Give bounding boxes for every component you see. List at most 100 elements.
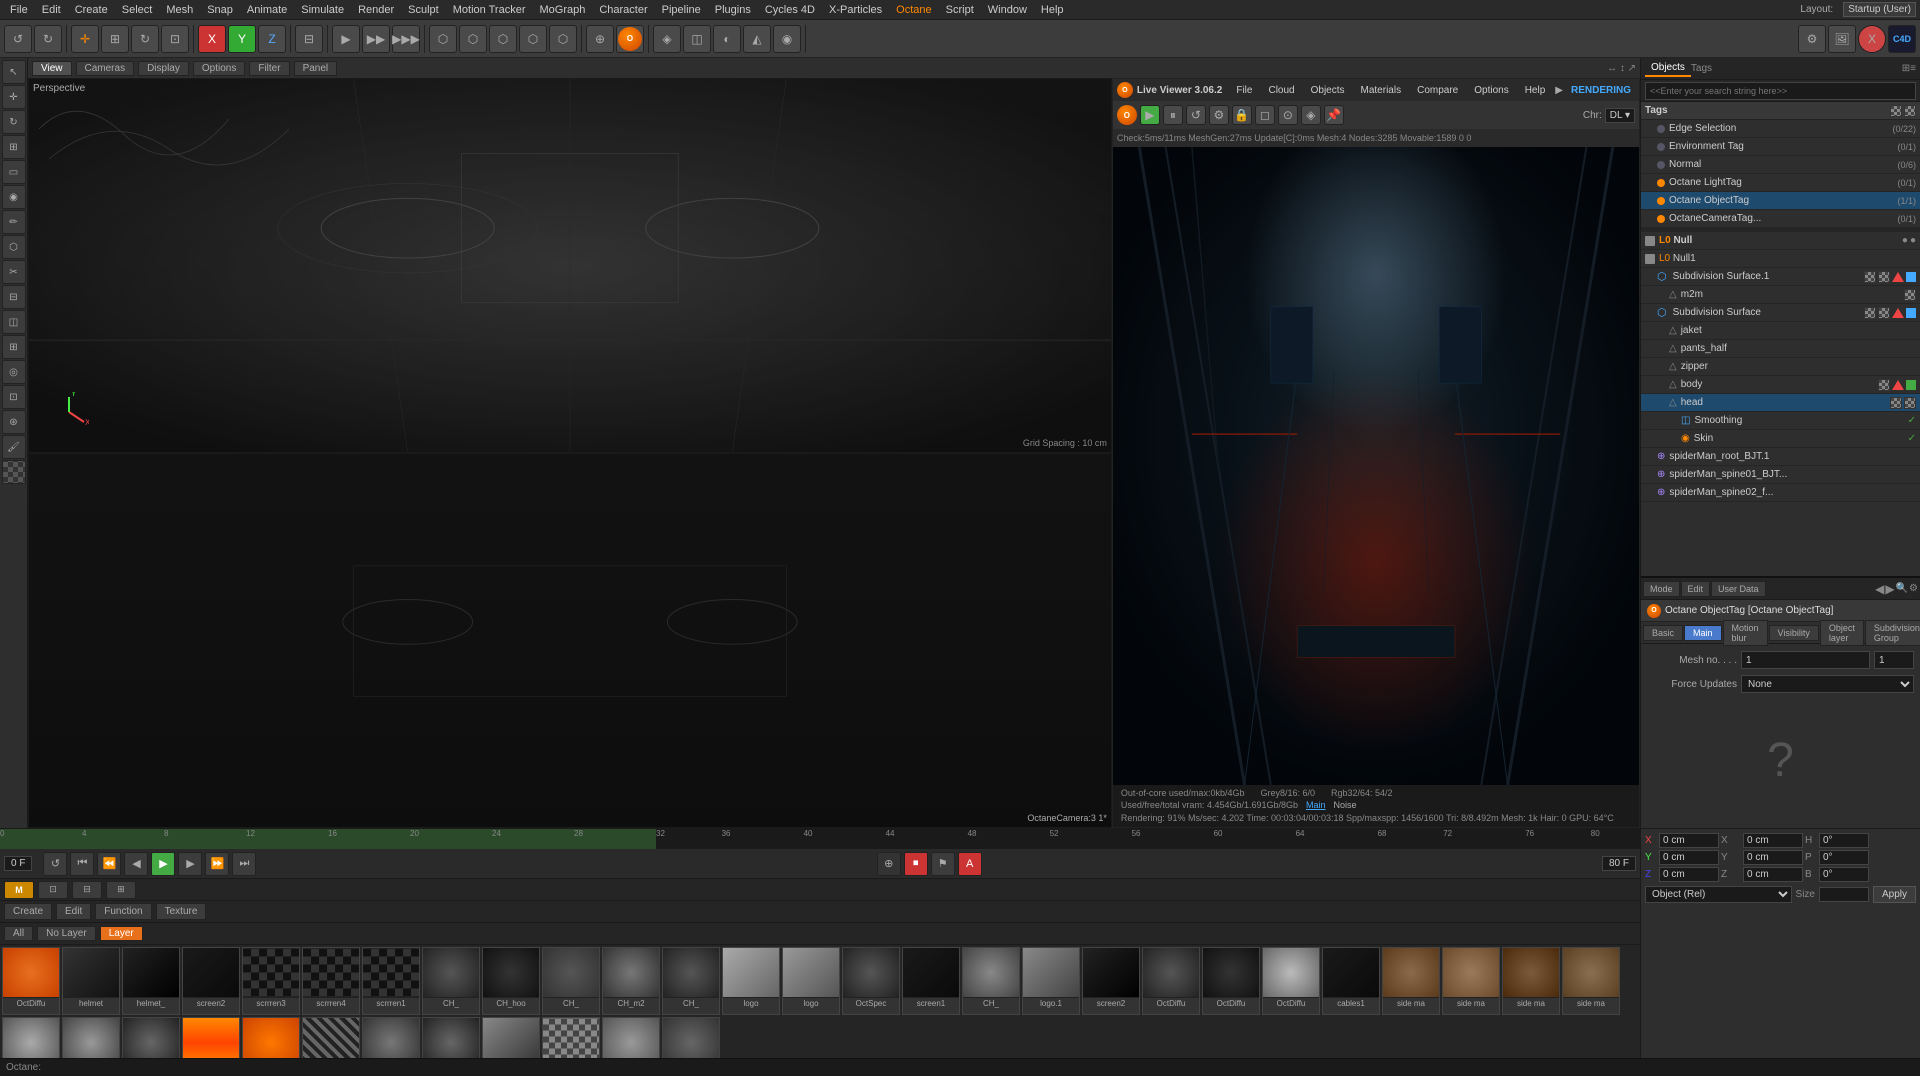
lv-menu-cloud[interactable]: Cloud: [1262, 84, 1300, 97]
sculpt-brush[interactable]: ◐: [713, 25, 741, 53]
menu-character[interactable]: Character: [593, 3, 653, 17]
x-axis[interactable]: X: [198, 25, 226, 53]
obj-m2m[interactable]: △ m2m: [1641, 286, 1920, 304]
tag-octane-light[interactable]: Octane LightTag (0/1): [1641, 174, 1920, 192]
texture-tool[interactable]: ◫: [683, 25, 711, 53]
material-item[interactable]: screen2: [182, 947, 240, 1015]
material-item[interactable]: OctDiffu: [1262, 947, 1320, 1015]
material-item[interactable]: screen2: [1082, 947, 1140, 1015]
rotate-tool[interactable]: ↻: [131, 25, 159, 53]
mesh-no-value[interactable]: 1: [1741, 651, 1870, 669]
menu-octane[interactable]: Octane: [890, 3, 937, 17]
material-item[interactable]: screen1: [902, 947, 960, 1015]
lv-menu-options[interactable]: Options: [1468, 84, 1514, 97]
menu-pipeline[interactable]: Pipeline: [656, 3, 707, 17]
lv-channel-select[interactable]: DL ▾: [1605, 108, 1635, 123]
loop-toggle[interactable]: ↺: [43, 852, 67, 876]
lv-main-btn[interactable]: Main: [1306, 800, 1326, 810]
tool-select-live[interactable]: ◉: [2, 185, 26, 209]
tool-knife[interactable]: ✂: [2, 260, 26, 284]
obj-spider-spine2[interactable]: ⊕ spiderMan_spine02_f...: [1641, 484, 1920, 502]
material-item[interactable]: side ma: [1442, 947, 1500, 1015]
coord-sy-input[interactable]: [1743, 850, 1803, 865]
tab-display[interactable]: Display: [138, 61, 189, 76]
menu-mesh[interactable]: Mesh: [160, 3, 199, 17]
lv-geo-btn[interactable]: ◈: [1301, 105, 1321, 125]
render-view[interactable]: ▶▶: [362, 25, 390, 53]
lv-circle-btn[interactable]: ⊙: [1278, 105, 1298, 125]
viewport-bottom-left[interactable]: OctaneCamera:3 1*: [28, 453, 1112, 828]
tool-bevel[interactable]: ◫: [2, 310, 26, 334]
viewport-top-left[interactable]: Perspective Grid Spacing : 10 cm X Y: [28, 78, 1112, 453]
lv-menu-materials[interactable]: Materials: [1355, 84, 1408, 97]
material-item[interactable]: OctDiffu: [1202, 947, 1260, 1015]
tool-select-rect[interactable]: ▭: [2, 160, 26, 184]
tab-options[interactable]: Options: [193, 61, 245, 76]
menu-plugins[interactable]: Plugins: [709, 3, 757, 17]
weight-tool[interactable]: ◭: [743, 25, 771, 53]
play-fwd[interactable]: ▶: [151, 852, 175, 876]
lv-lock-btn[interactable]: 🔒: [1232, 105, 1252, 125]
tag-normal[interactable]: Normal (0/6): [1641, 156, 1920, 174]
menu-snap[interactable]: Snap: [201, 3, 239, 17]
material-item[interactable]: OctGlos: [302, 1017, 360, 1058]
prop-tab-mode[interactable]: Mode: [1643, 581, 1680, 597]
material-item[interactable]: CH_: [542, 947, 600, 1015]
undo-button[interactable]: ↺: [4, 25, 32, 53]
stop-btn[interactable]: ⏹: [904, 852, 928, 876]
y-axis[interactable]: Y: [228, 25, 256, 53]
material-item[interactable]: helmet_: [122, 947, 180, 1015]
tool-weld[interactable]: ◎: [2, 360, 26, 384]
live-viewer-canvas[interactable]: [1113, 147, 1639, 785]
material-item[interactable]: logo: [722, 947, 780, 1015]
prop-search[interactable]: 🔍: [1896, 583, 1908, 594]
edge-mode[interactable]: ⬡: [459, 25, 487, 53]
coord-z-input[interactable]: [1659, 867, 1719, 882]
tool-scale[interactable]: ⊞: [2, 135, 26, 159]
obj-pants[interactable]: △ pants_half: [1641, 340, 1920, 358]
material-item[interactable]: CH_: [422, 947, 480, 1015]
go-to-end[interactable]: ⏭: [232, 852, 256, 876]
tool-bridge[interactable]: ⊞: [2, 335, 26, 359]
material-item[interactable]: logo.1: [1022, 947, 1080, 1015]
material-item[interactable]: CH3: [422, 1017, 480, 1058]
material-item[interactable]: OctDiffu: [1142, 947, 1200, 1015]
rp-btn-filter[interactable]: ≡: [1910, 63, 1916, 74]
prop-nav-left[interactable]: ◀: [1875, 582, 1884, 596]
material-item[interactable]: OctGlos: [122, 1017, 180, 1058]
auto-key[interactable]: A: [958, 852, 982, 876]
menu-select[interactable]: Select: [116, 3, 159, 17]
obj-null1[interactable]: L0 Null1: [1641, 250, 1920, 268]
tool-arrow[interactable]: ↖: [2, 60, 26, 84]
prop-nav-right[interactable]: ▶: [1885, 582, 1894, 596]
obj-mode[interactable]: ⬡: [519, 25, 547, 53]
octane-live-viewer[interactable]: O: [616, 25, 644, 53]
filter-all[interactable]: All: [4, 926, 33, 941]
redo-button[interactable]: ↻: [34, 25, 62, 53]
material-item[interactable]: CH3: [362, 1017, 420, 1058]
tool-select-free[interactable]: ✏: [2, 210, 26, 234]
ptab-vis[interactable]: Visibility: [1769, 625, 1819, 641]
tool-snap[interactable]: ⊡: [2, 385, 26, 409]
mesh-no-value2[interactable]: 1: [1874, 651, 1914, 669]
lv-pin-btn[interactable]: 📌: [1324, 105, 1344, 125]
object-search-input[interactable]: [1645, 82, 1916, 100]
menu-render[interactable]: Render: [352, 3, 400, 17]
menu-create[interactable]: Create: [69, 3, 114, 17]
render-all[interactable]: ▶▶▶: [392, 25, 420, 53]
poly-mode[interactable]: ⬡: [429, 25, 457, 53]
tool-rotate[interactable]: ↻: [2, 110, 26, 134]
lv-menu-help[interactable]: Help: [1519, 84, 1552, 97]
z-label[interactable]: Z: [258, 25, 286, 53]
material-item[interactable]: OctDiffu: [62, 1017, 120, 1058]
prop-tab-edit[interactable]: Edit: [1681, 581, 1711, 597]
material-editor[interactable]: ◈: [653, 25, 681, 53]
material-item[interactable]: cables1: [1322, 947, 1380, 1015]
material-item[interactable]: CH_m2: [602, 947, 660, 1015]
material-item[interactable]: scrrren3: [242, 947, 300, 1015]
tag-environment[interactable]: Environment Tag (0/1): [1641, 138, 1920, 156]
tool-poly[interactable]: ⬡: [2, 235, 26, 259]
material-item[interactable]: CH_: [662, 947, 720, 1015]
menu-window[interactable]: Window: [982, 3, 1033, 17]
material-item[interactable]: side ma: [1382, 947, 1440, 1015]
